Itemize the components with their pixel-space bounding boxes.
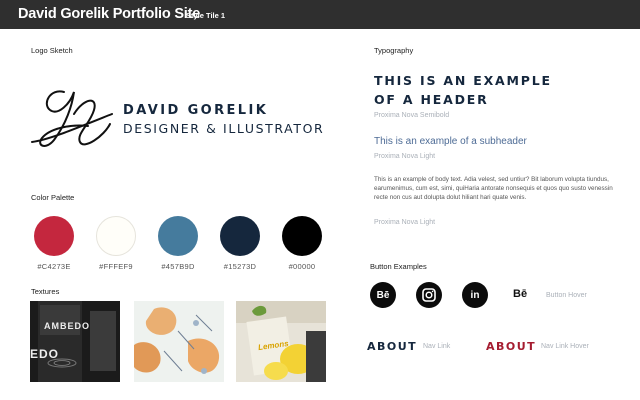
behance-button[interactable]: Bē bbox=[370, 282, 396, 308]
swatch-label: #C4273E bbox=[37, 262, 71, 271]
swatch-label: #00000 bbox=[288, 262, 316, 271]
lemon-product-texture: Lemons bbox=[236, 301, 326, 382]
dark-bottle-texture: AMBEDO EDO bbox=[30, 301, 120, 382]
typography-section-label: Typography bbox=[374, 46, 414, 55]
texture-text: EDO bbox=[30, 347, 60, 361]
instagram-icon bbox=[422, 288, 436, 302]
buttons-section-label: Button Examples bbox=[370, 262, 427, 271]
header-line-1: THIS IS AN EXAMPLE bbox=[374, 73, 552, 88]
swatch-blue bbox=[158, 216, 198, 256]
palette-section-label: Color Palette bbox=[31, 193, 75, 202]
nav-link-note: Nav Link bbox=[423, 343, 451, 350]
watercolor-flowers-texture bbox=[134, 301, 224, 382]
swatch-cream bbox=[96, 216, 136, 256]
textures-section-label: Textures bbox=[31, 287, 60, 296]
texture-text: AMBEDO bbox=[44, 321, 90, 331]
logo-name: DAVID GORELIK bbox=[123, 103, 269, 118]
linkedin-button[interactable]: in bbox=[462, 282, 488, 308]
page-subtitle: Style Tile 1 bbox=[186, 11, 226, 20]
swatch-label: #457B9D bbox=[161, 262, 195, 271]
button-hover-note: Button Hover bbox=[546, 292, 587, 299]
instagram-button[interactable] bbox=[416, 282, 442, 308]
swatch-label: #15273D bbox=[223, 262, 257, 271]
subheader-font-note: Proxima Nova Light bbox=[374, 153, 436, 160]
swatch-red bbox=[34, 216, 74, 256]
swatch-label: #FFFEF9 bbox=[99, 262, 133, 271]
title-bar: David Gorelik Portfolio Site Style Tile … bbox=[0, 0, 640, 29]
typography-body: This is an example of body text. Adia ve… bbox=[374, 176, 613, 201]
body-font-note: Proxima Nova Light bbox=[374, 219, 436, 226]
swatch-black bbox=[282, 216, 322, 256]
behance-icon: Bē bbox=[376, 289, 390, 301]
header-line-2: OF A HEADER bbox=[374, 92, 489, 107]
logo-role: DESIGNER & ILLUSTRATOR bbox=[123, 121, 325, 136]
header-font-note: Proxima Nova Semibold bbox=[374, 112, 450, 119]
logo-section-label: Logo Sketch bbox=[31, 46, 73, 55]
nav-link-about[interactable]: ABOUT bbox=[367, 340, 417, 353]
nav-hover-note: Nav Link Hover bbox=[541, 343, 589, 350]
nav-link-about-hover[interactable]: ABOUT bbox=[486, 340, 536, 353]
behance-hover-icon[interactable]: Bē bbox=[513, 288, 527, 300]
typography-header: THIS IS AN EXAMPLE OF A HEADER bbox=[374, 71, 552, 109]
linkedin-icon: in bbox=[470, 289, 480, 301]
typography-subheader: This is an example of a subheader bbox=[374, 136, 527, 147]
signature-dg-icon bbox=[31, 90, 113, 147]
swatch-navy bbox=[220, 216, 260, 256]
page-title: David Gorelik Portfolio Site bbox=[18, 6, 201, 22]
